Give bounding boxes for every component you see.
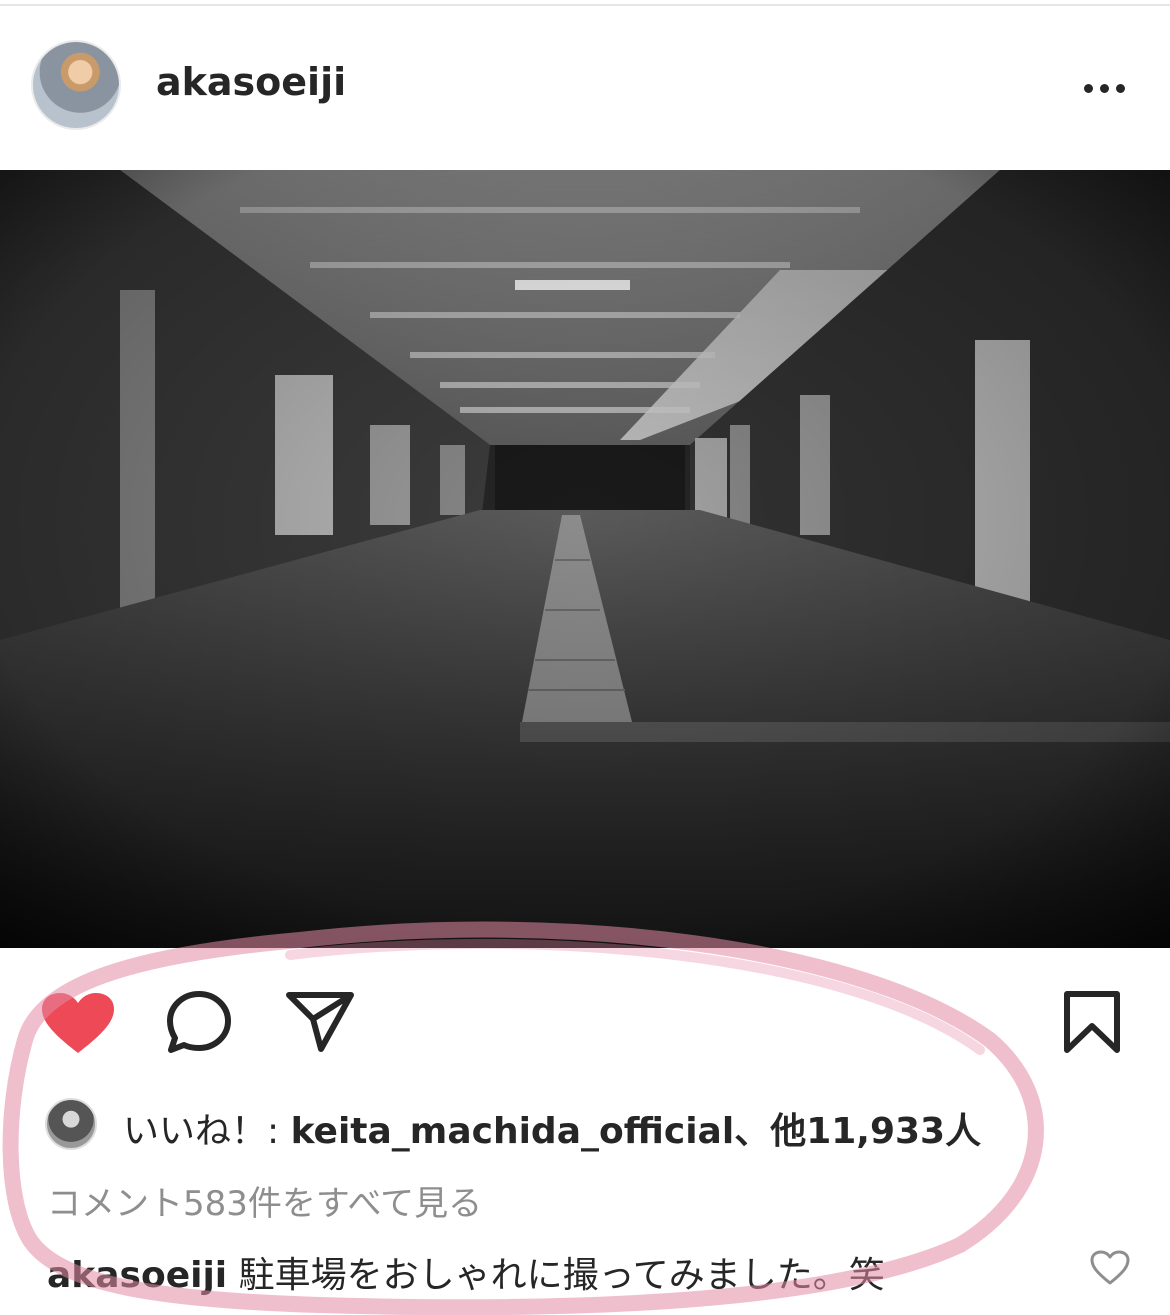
avatar[interactable]: [31, 40, 121, 130]
send-icon[interactable]: [285, 991, 355, 1057]
post-photo[interactable]: [0, 170, 1170, 948]
bookmark-icon[interactable]: [1063, 990, 1121, 1058]
likes-prefix: いいね！:: [123, 1111, 291, 1152]
action-bar: [0, 985, 1170, 1065]
likes-row: いいね！: keita_machida_official、他11,933人: [45, 1098, 1145, 1154]
more-options-icon[interactable]: [1080, 80, 1130, 96]
caption-username[interactable]: akasoeiji: [47, 1255, 227, 1296]
liker-avatar[interactable]: [45, 1098, 97, 1150]
heart-filled-icon[interactable]: [42, 993, 114, 1059]
post-header: akasoeiji: [0, 30, 1170, 150]
caption-text: 駐車場をおしゃれに撮ってみました。笑: [227, 1255, 885, 1296]
username[interactable]: akasoeiji: [156, 60, 346, 104]
liker-username[interactable]: keita_machida_official: [291, 1111, 735, 1152]
heart-outline-icon[interactable]: [1090, 1250, 1130, 1290]
likes-count[interactable]: 、他11,933人: [734, 1111, 981, 1152]
top-divider: [0, 4, 1170, 6]
comment-icon[interactable]: [165, 990, 233, 1060]
likes-summary[interactable]: いいね！: keita_machida_official、他11,933人: [123, 1102, 981, 1154]
caption: akasoeiji 駐車場をおしゃれに撮ってみました。笑: [47, 1246, 885, 1298]
view-all-comments-link[interactable]: コメント583件をすべて見る: [47, 1176, 482, 1225]
